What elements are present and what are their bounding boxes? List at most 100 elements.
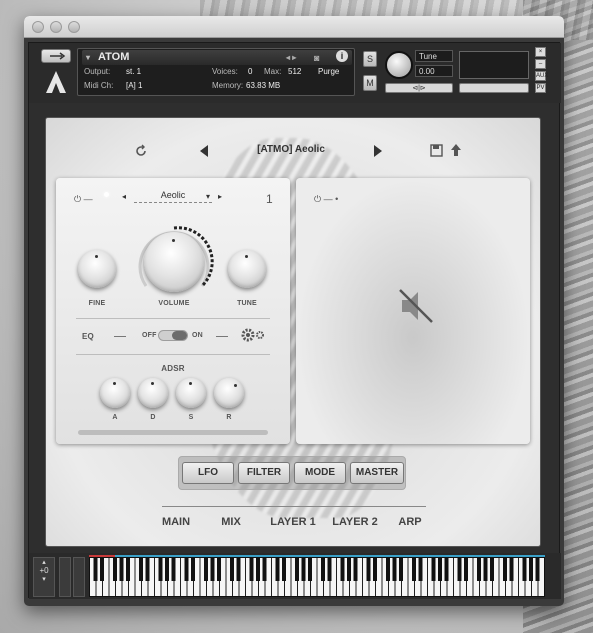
nav-main-tab[interactable]: MAIN bbox=[156, 516, 196, 528]
black-key[interactable] bbox=[340, 557, 345, 581]
sample-prev-icon[interactable]: ◂ bbox=[122, 192, 126, 201]
export-icon[interactable] bbox=[450, 143, 462, 157]
black-key[interactable] bbox=[100, 557, 104, 581]
black-key[interactable] bbox=[295, 557, 299, 581]
octave-control[interactable]: ▴ +0 ▾ bbox=[33, 557, 55, 597]
sample-next-icon[interactable]: ▸ bbox=[218, 192, 222, 201]
black-key[interactable] bbox=[535, 557, 540, 581]
close-window-button[interactable] bbox=[32, 21, 44, 33]
nav-arp-tab[interactable]: ARP bbox=[392, 516, 428, 528]
black-key[interactable] bbox=[145, 557, 150, 581]
release-knob[interactable] bbox=[214, 378, 244, 408]
minimize-window-button[interactable] bbox=[50, 21, 62, 33]
prev-next-icon[interactable]: ◂ ▸ bbox=[286, 50, 296, 65]
black-key[interactable] bbox=[139, 557, 143, 581]
black-key[interactable] bbox=[308, 557, 312, 581]
black-key[interactable] bbox=[249, 557, 254, 581]
black-key[interactable] bbox=[412, 557, 416, 581]
mod-wheel[interactable] bbox=[73, 557, 85, 597]
info-icon[interactable]: i bbox=[336, 50, 348, 62]
black-key[interactable] bbox=[431, 557, 436, 581]
black-key[interactable] bbox=[386, 557, 390, 581]
attack-knob[interactable] bbox=[100, 378, 130, 408]
black-key[interactable] bbox=[256, 557, 260, 581]
black-key[interactable] bbox=[321, 557, 325, 581]
close-instrument-button[interactable]: × bbox=[535, 47, 546, 57]
eq-toggle[interactable] bbox=[158, 330, 188, 341]
black-key[interactable] bbox=[464, 557, 468, 581]
black-key[interactable] bbox=[347, 557, 351, 581]
black-key[interactable] bbox=[171, 557, 176, 581]
black-key[interactable] bbox=[418, 557, 423, 581]
black-key[interactable] bbox=[119, 557, 124, 581]
eq-settings-gear-icon[interactable] bbox=[240, 326, 266, 344]
pitch-wheel[interactable] bbox=[59, 557, 71, 597]
sample-name[interactable]: Aeolic bbox=[134, 190, 212, 203]
black-key[interactable] bbox=[236, 557, 241, 581]
purge-button[interactable]: Purge bbox=[318, 66, 339, 78]
black-key[interactable] bbox=[113, 557, 117, 581]
volume-slider[interactable] bbox=[459, 83, 529, 93]
pv-button[interactable]: PV bbox=[535, 83, 546, 93]
black-key[interactable] bbox=[373, 557, 377, 581]
black-key[interactable] bbox=[503, 557, 507, 581]
mode-tab-button[interactable]: MODE bbox=[294, 462, 346, 484]
black-key[interactable] bbox=[184, 557, 189, 581]
black-keys[interactable] bbox=[89, 557, 545, 581]
tune-value[interactable]: 0.00 bbox=[415, 65, 453, 77]
black-key[interactable] bbox=[522, 557, 527, 581]
black-key[interactable] bbox=[191, 557, 195, 581]
black-key[interactable] bbox=[165, 557, 169, 581]
black-key[interactable] bbox=[210, 557, 215, 581]
black-key[interactable] bbox=[353, 557, 358, 581]
fine-knob[interactable] bbox=[78, 250, 116, 288]
black-key[interactable] bbox=[509, 557, 514, 581]
octave-down-icon[interactable]: ▾ bbox=[34, 575, 54, 583]
midi-value[interactable]: [A] 1 bbox=[126, 80, 142, 92]
output-value[interactable]: st. 1 bbox=[126, 66, 141, 78]
nav-layer2-tab[interactable]: LAYER 2 bbox=[330, 516, 380, 528]
black-key[interactable] bbox=[301, 557, 306, 581]
aux-button[interactable]: AUX bbox=[535, 71, 548, 81]
black-key[interactable] bbox=[490, 557, 494, 581]
save-icon[interactable] bbox=[430, 144, 443, 157]
master-tab-button[interactable]: MASTER bbox=[350, 462, 404, 484]
black-key[interactable] bbox=[483, 557, 488, 581]
preset-name[interactable]: [ATMO] Aeolic bbox=[216, 144, 366, 155]
instrument-title-bar[interactable]: ▾ ATOM ◂ ▸ ◙ i bbox=[82, 50, 352, 65]
sample-dropdown-icon[interactable]: ▾ bbox=[206, 192, 210, 201]
black-key[interactable] bbox=[529, 557, 533, 581]
black-key[interactable] bbox=[444, 557, 449, 581]
black-key[interactable] bbox=[438, 557, 442, 581]
decay-knob[interactable] bbox=[138, 378, 168, 408]
black-key[interactable] bbox=[366, 557, 371, 581]
zoom-window-button[interactable] bbox=[68, 21, 80, 33]
next-preset-icon[interactable] bbox=[372, 144, 384, 158]
black-key[interactable] bbox=[204, 557, 208, 581]
solo-button[interactable]: S bbox=[363, 51, 377, 67]
dropdown-arrow-icon[interactable]: ▾ bbox=[86, 50, 90, 65]
volume-knob[interactable] bbox=[144, 232, 204, 292]
black-key[interactable] bbox=[93, 557, 98, 581]
black-key[interactable] bbox=[457, 557, 462, 581]
mute-button[interactable]: M bbox=[363, 75, 377, 91]
tune-knob[interactable] bbox=[385, 51, 413, 79]
black-key[interactable] bbox=[477, 557, 481, 581]
filter-tab-button[interactable]: FILTER bbox=[238, 462, 290, 484]
black-key[interactable] bbox=[158, 557, 163, 581]
black-key[interactable] bbox=[262, 557, 267, 581]
nav-mix-tab[interactable]: MIX bbox=[216, 516, 246, 528]
octave-up-icon[interactable]: ▴ bbox=[34, 558, 54, 566]
layer2-power-icon[interactable]: ⏻ — • bbox=[314, 194, 338, 205]
layer1-scroll-bar[interactable] bbox=[78, 430, 268, 435]
max-value[interactable]: 512 bbox=[288, 66, 301, 78]
tune-layer-knob[interactable] bbox=[228, 250, 266, 288]
wrench-icon[interactable] bbox=[41, 49, 71, 63]
black-key[interactable] bbox=[275, 557, 280, 581]
layer1-power-icon[interactable]: ⏻ — bbox=[74, 194, 93, 205]
lfo-tab-button[interactable]: LFO bbox=[182, 462, 234, 484]
previous-preset-icon[interactable] bbox=[198, 144, 210, 158]
black-key[interactable] bbox=[282, 557, 286, 581]
black-key[interactable] bbox=[327, 557, 332, 581]
black-key[interactable] bbox=[217, 557, 221, 581]
